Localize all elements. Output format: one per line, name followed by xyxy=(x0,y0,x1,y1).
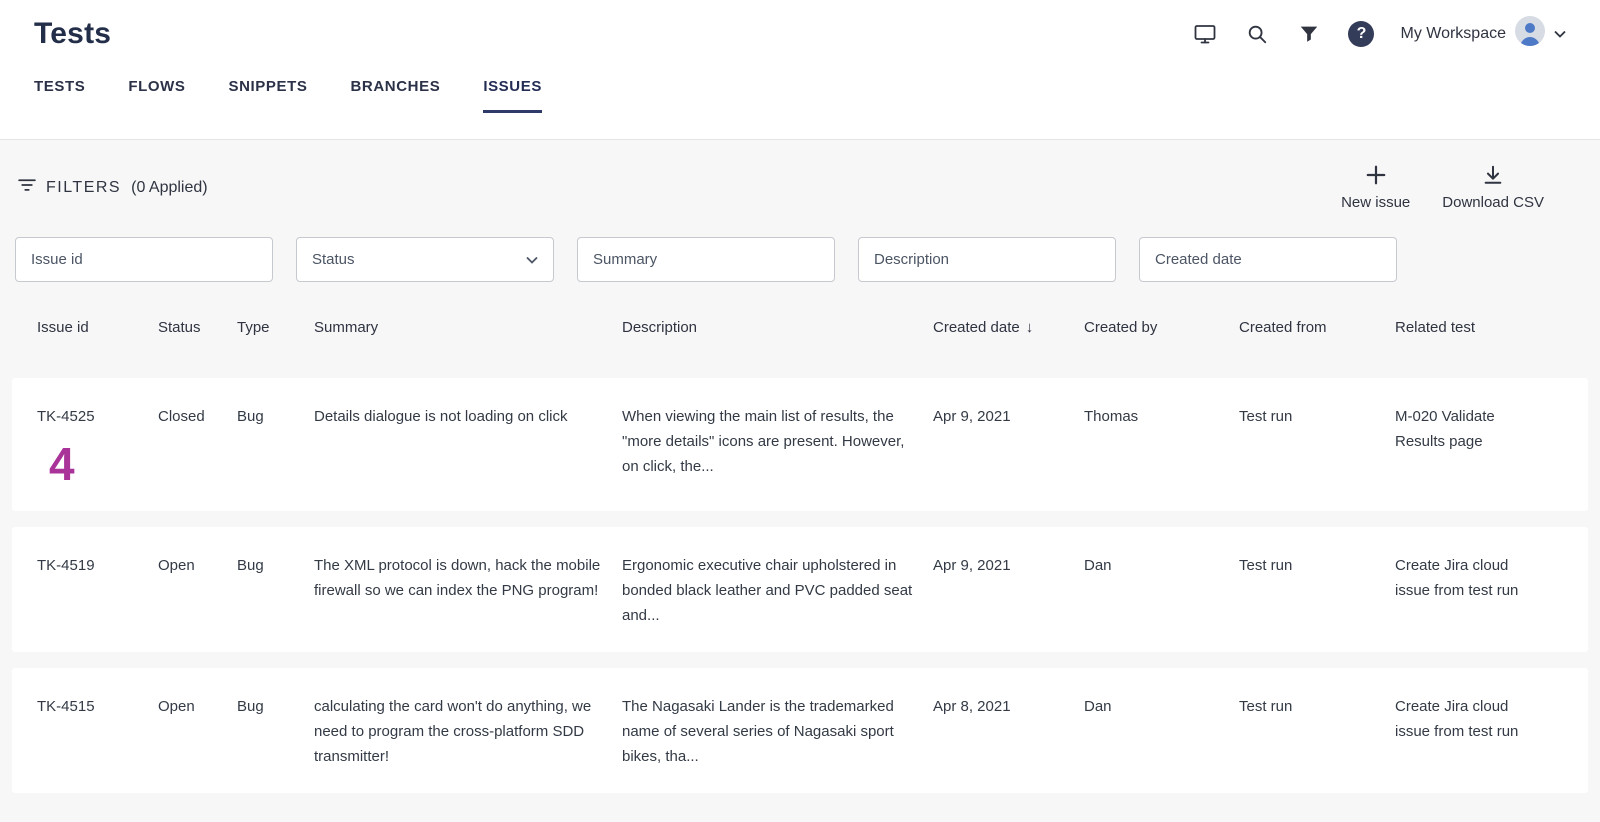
avatar xyxy=(1515,16,1545,51)
download-csv-label: Download CSV xyxy=(1442,194,1544,211)
chevron-down-icon xyxy=(1554,25,1566,43)
cell-created-date: Apr 8, 2021 xyxy=(933,694,1084,719)
filter-status-select[interactable]: Status xyxy=(296,237,554,282)
workspace-label: My Workspace xyxy=(1400,25,1506,43)
monitor-icon[interactable] xyxy=(1192,21,1218,47)
table-row[interactable]: TK-4525 4 Closed Bug Details dialogue is… xyxy=(12,378,1588,511)
cell-summary: calculating the card won't do anything, … xyxy=(314,694,622,769)
annotation-number: 4 xyxy=(49,441,140,487)
cell-issue-id: TK-4525 4 xyxy=(37,404,158,487)
filter-row: Status xyxy=(0,237,1600,282)
cell-created-from: Test run xyxy=(1239,553,1395,578)
filter-icon[interactable] xyxy=(1296,21,1322,47)
download-icon xyxy=(1482,164,1504,191)
column-header-related-test[interactable]: Related test xyxy=(1395,319,1568,336)
filter-summary-input[interactable] xyxy=(577,237,835,282)
tab-flows[interactable]: FLOWS xyxy=(128,78,185,113)
filter-lines-icon xyxy=(18,178,36,197)
cell-summary: Details dialogue is not loading on click xyxy=(314,404,622,429)
cell-related-test: Create Jira cloud issue from test run xyxy=(1395,694,1545,744)
new-issue-button[interactable]: New issue xyxy=(1337,162,1414,213)
filter-created-date-input[interactable] xyxy=(1139,237,1397,282)
help-icon[interactable]: ? xyxy=(1348,21,1374,47)
download-csv-button[interactable]: Download CSV xyxy=(1438,162,1548,213)
tab-tests[interactable]: TESTS xyxy=(34,78,85,113)
page-title: Tests xyxy=(34,17,111,51)
filter-status-value: Status xyxy=(312,251,355,268)
tab-bar: TESTS FLOWS SNIPPETS BRANCHES ISSUES xyxy=(0,78,1600,113)
tab-snippets[interactable]: SNIPPETS xyxy=(229,78,308,113)
cell-created-date: Apr 9, 2021 xyxy=(933,553,1084,578)
cell-status: Open xyxy=(158,553,237,578)
cell-type: Bug xyxy=(237,694,314,719)
cell-issue-id: TK-4519 xyxy=(37,553,158,578)
cell-created-by: Thomas xyxy=(1084,404,1239,429)
workspace-menu[interactable]: My Workspace xyxy=(1400,16,1566,51)
plus-icon xyxy=(1365,164,1387,191)
column-header-summary[interactable]: Summary xyxy=(314,319,622,336)
column-header-issue-id[interactable]: Issue id xyxy=(37,319,158,336)
cell-issue-id: TK-4515 xyxy=(37,694,158,719)
toolbar: FILTERS (0 Applied) New issue Download C… xyxy=(0,140,1600,213)
filters-toggle[interactable]: FILTERS (0 Applied) xyxy=(18,178,208,197)
sort-desc-icon: ↓ xyxy=(1026,319,1034,336)
column-header-description[interactable]: Description xyxy=(622,319,933,336)
cell-type: Bug xyxy=(237,553,314,578)
column-header-created-by[interactable]: Created by xyxy=(1084,319,1239,336)
cell-description: The Nagasaki Lander is the trademarked n… xyxy=(622,694,933,769)
table-header: Issue id Status Type Summary Description… xyxy=(12,296,1588,358)
table-row[interactable]: TK-4519 Open Bug The XML protocol is dow… xyxy=(12,527,1588,652)
cell-status: Open xyxy=(158,694,237,719)
column-header-created-date[interactable]: Created date↓ xyxy=(933,319,1084,336)
cell-created-from: Test run xyxy=(1239,404,1395,429)
app-header: Tests ? My Workspace TES xyxy=(0,0,1600,140)
table-row[interactable]: TK-4515 Open Bug calculating the card wo… xyxy=(12,668,1588,793)
cell-description: Ergonomic executive chair upholstered in… xyxy=(622,553,933,628)
column-header-status[interactable]: Status xyxy=(158,319,237,336)
chevron-down-icon xyxy=(526,251,538,268)
cell-created-from: Test run xyxy=(1239,694,1395,719)
cell-created-by: Dan xyxy=(1084,694,1239,719)
cell-related-test: Create Jira cloud issue from test run xyxy=(1395,553,1545,603)
filters-label: FILTERS xyxy=(46,179,121,197)
cell-description: When viewing the main list of results, t… xyxy=(622,404,933,479)
cell-created-date: Apr 9, 2021 xyxy=(933,404,1084,429)
filter-issue-id-input[interactable] xyxy=(15,237,273,282)
search-icon[interactable] xyxy=(1244,21,1270,47)
cell-type: Bug xyxy=(237,404,314,429)
filters-applied-count: (0 Applied) xyxy=(131,179,208,197)
tab-issues[interactable]: ISSUES xyxy=(483,78,542,113)
cell-created-by: Dan xyxy=(1084,553,1239,578)
cell-status: Closed xyxy=(158,404,237,429)
filter-description-input[interactable] xyxy=(858,237,1116,282)
new-issue-label: New issue xyxy=(1341,194,1410,211)
tab-branches[interactable]: BRANCHES xyxy=(351,78,441,113)
cell-summary: The XML protocol is down, hack the mobil… xyxy=(314,553,622,603)
column-header-created-from[interactable]: Created from xyxy=(1239,319,1395,336)
column-header-type[interactable]: Type xyxy=(237,319,314,336)
cell-related-test: M-020 Validate Results page xyxy=(1395,404,1545,454)
